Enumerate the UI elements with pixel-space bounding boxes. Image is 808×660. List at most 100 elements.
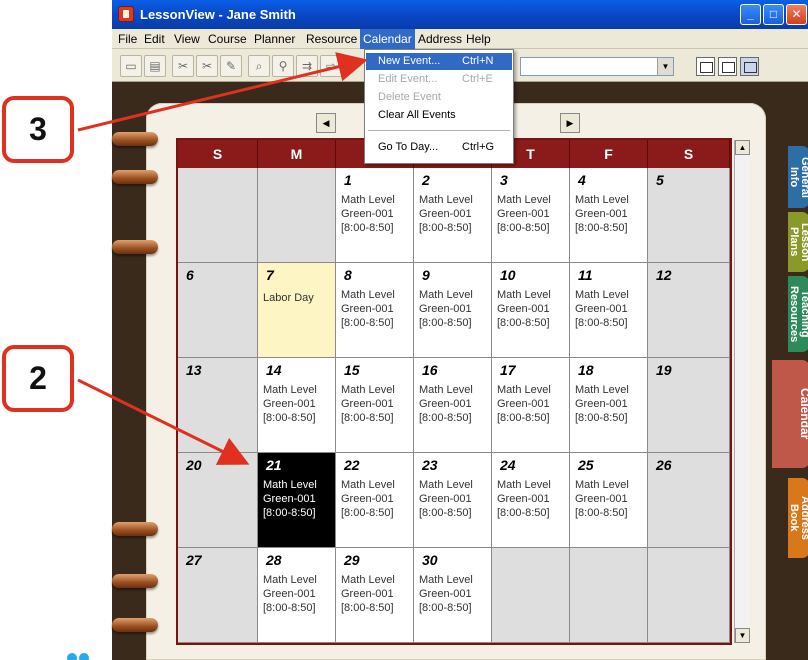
scroll-up-arrow-icon[interactable]: ▲ [735,140,750,155]
event-entry[interactable]: Math Level Green-001 [8:00-8:50] [341,288,395,330]
menu-item-go-to-day[interactable]: Go To Day... Ctrl+G [366,139,512,156]
menu-item-edit-event[interactable]: Edit Event... Ctrl+E [366,71,512,88]
event-entry[interactable]: Math Level Green-001 [8:00-8:50] [419,573,473,615]
event-entry[interactable]: Math Level Green-001 [8:00-8:50] [341,383,395,425]
day-cell-10[interactable]: 10 Math Level Green-001 [8:00-8:50] [492,263,570,358]
day-cell-2[interactable]: 2 Math Level Green-001 [8:00-8:50] [414,168,492,263]
day-cell-27[interactable]: 27 [178,548,258,643]
day-cell-1[interactable]: 1 Math Level Green-001 [8:00-8:50] [336,168,414,263]
tab-lesson-plans[interactable]: Lesson Plans [788,212,808,272]
day-cell-7[interactable]: 7 Labor Day [258,263,336,358]
day-cell-16[interactable]: 16 Math Level Green-001 [8:00-8:50] [414,358,492,453]
next-month-button[interactable]: ▶ [560,113,580,133]
menu-file[interactable]: File [118,32,137,46]
tab-general-info[interactable]: General Info [788,146,808,208]
export-icon[interactable]: ⇉ [296,55,318,77]
day-cell-6[interactable]: 6 [178,263,258,358]
menu-resource[interactable]: Resource [306,32,357,46]
day-cell-8[interactable]: 8 Math Level Green-001 [8:00-8:50] [336,263,414,358]
event-entry[interactable]: Math Level Green-001 [8:00-8:50] [575,478,629,520]
event-entry[interactable]: Math Level Green-001 [8:00-8:50] [419,288,473,330]
cut-icon[interactable]: ✂ [172,55,194,77]
menu-edit[interactable]: Edit [144,32,165,46]
day-view-button[interactable] [696,57,715,76]
chevron-down-icon[interactable]: ▼ [657,58,673,75]
day-cell-17[interactable]: 17 Math Level Green-001 [8:00-8:50] [492,358,570,453]
day-cell-15[interactable]: 15 Math Level Green-001 [8:00-8:50] [336,358,414,453]
tab-calendar[interactable]: Calendar [772,360,808,468]
scroll-down-arrow-icon[interactable]: ▼ [735,628,750,643]
day-cell-empty[interactable] [492,548,570,643]
print-preview-icon[interactable]: ⌕ [248,55,270,77]
day-cell-23[interactable]: 23 Math Level Green-001 [8:00-8:50] [414,453,492,548]
tab-teaching-resources[interactable]: Teaching Resources [788,276,808,352]
new-document-icon[interactable]: ▭ [120,55,142,77]
day-cell-11[interactable]: 11 Math Level Green-001 [8:00-8:50] [570,263,648,358]
day-cell-empty[interactable] [258,168,336,263]
event-line: Math Level [341,574,395,586]
day-cell-14[interactable]: 14 Math Level Green-001 [8:00-8:50] [258,358,336,453]
menu-address[interactable]: Address [418,32,462,46]
day-cell-empty[interactable] [570,548,648,643]
event-entry[interactable]: Math Level Green-001 [8:00-8:50] [575,193,629,235]
edit-icon[interactable]: ✎ [220,55,242,77]
day-cell-18[interactable]: 18 Math Level Green-001 [8:00-8:50] [570,358,648,453]
day-cell-12[interactable]: 12 [648,263,730,358]
menu-item-delete-event[interactable]: Delete Event [366,89,512,106]
event-entry[interactable]: Math Level Green-001 [8:00-8:50] [497,288,551,330]
event-entry[interactable]: Math Level Green-001 [8:00-8:50] [419,478,473,520]
view-select[interactable]: ▼ [520,57,674,76]
event-entry[interactable]: Math Level Green-001 [8:00-8:50] [497,193,551,235]
event-entry[interactable]: Math Level Green-001 [8:00-8:50] [341,193,395,235]
day-cell-3[interactable]: 3 Math Level Green-001 [8:00-8:50] [492,168,570,263]
event-entry[interactable]: Math Level Green-001 [8:00-8:50] [341,573,395,615]
copy-icon[interactable]: ✂ [196,55,218,77]
day-cell-30[interactable]: 30 Math Level Green-001 [8:00-8:50] [414,548,492,643]
close-button[interactable]: ✕ [786,4,807,25]
open-folder-icon[interactable]: ▤ [144,55,166,77]
menu-help[interactable]: Help [466,32,491,46]
menu-item-clear-all-events[interactable]: Clear All Events [366,107,512,124]
event-entry[interactable]: Math Level Green-001 [8:00-8:50] [263,573,317,615]
event-entry[interactable]: Math Level Green-001 [8:00-8:50] [341,478,395,520]
day-cell-29[interactable]: 29 Math Level Green-001 [8:00-8:50] [336,548,414,643]
day-cell-21[interactable]: 21 Math Level Green-001 [8:00-8:50] [258,453,336,548]
maximize-button[interactable]: □ [763,4,784,25]
month-view-button[interactable] [740,57,759,76]
day-cell-26[interactable]: 26 [648,453,730,548]
day-cell-5[interactable]: 5 [648,168,730,263]
event-entry[interactable]: Math Level Green-001 [8:00-8:50] [575,383,629,425]
forward-arrow-icon[interactable]: ⇨ [320,55,342,77]
binoculars-icon[interactable]: ⚲ [272,55,294,77]
day-cell-13[interactable]: 13 [178,358,258,453]
day-cell-empty[interactable] [648,548,730,643]
day-cell-22[interactable]: 22 Math Level Green-001 [8:00-8:50] [336,453,414,548]
day-cell-19[interactable]: 19 [648,358,730,453]
day-cell-28[interactable]: 28 Math Level Green-001 [8:00-8:50] [258,548,336,643]
event-entry[interactable]: Math Level Green-001 [8:00-8:50] [497,383,551,425]
day-cell-24[interactable]: 24 Math Level Green-001 [8:00-8:50] [492,453,570,548]
menu-item-new-event[interactable]: New Event... Ctrl+N [366,53,512,70]
event-entry[interactable]: Math Level Green-001 [8:00-8:50] [575,288,629,330]
event-entry[interactable]: Math Level Green-001 [8:00-8:50] [497,478,551,520]
previous-month-button[interactable]: ◀ [316,113,336,133]
day-cell-empty[interactable] [178,168,258,263]
day-number: 10 [500,267,516,283]
event-entry[interactable]: Math Level Green-001 [8:00-8:50] [263,478,317,520]
week-view-button[interactable] [718,57,737,76]
event-entry[interactable]: Math Level Green-001 [8:00-8:50] [263,383,317,425]
menu-planner[interactable]: Planner [254,32,295,46]
event-entry[interactable]: Math Level Green-001 [8:00-8:50] [419,383,473,425]
day-cell-20[interactable]: 20 [178,453,258,548]
calendar-scrollbar[interactable]: ▲ ▼ [734,140,750,643]
menu-view[interactable]: View [174,32,200,46]
menu-item-label: Delete Event [378,91,441,103]
day-cell-4[interactable]: 4 Math Level Green-001 [8:00-8:50] [570,168,648,263]
minimize-button[interactable]: _ [740,4,761,25]
day-cell-9[interactable]: 9 Math Level Green-001 [8:00-8:50] [414,263,492,358]
event-entry[interactable]: Math Level Green-001 [8:00-8:50] [419,193,473,235]
tab-address-book[interactable]: Address Book [788,478,808,558]
menu-course[interactable]: Course [208,32,247,46]
menu-calendar[interactable]: Calendar [360,29,415,49]
day-cell-25[interactable]: 25 Math Level Green-001 [8:00-8:50] [570,453,648,548]
